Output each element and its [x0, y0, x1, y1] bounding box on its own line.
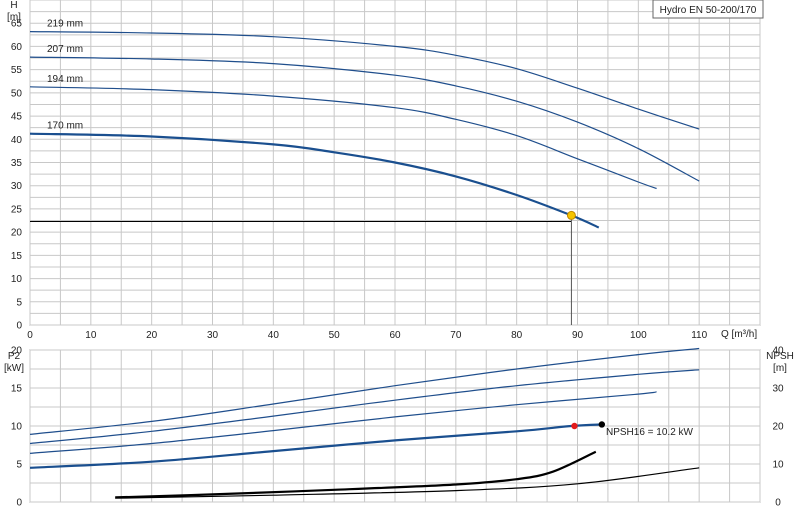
x-tick-label: 110: [691, 330, 707, 341]
x-tick-label: 10: [85, 330, 97, 341]
head-y-tick-label: 10: [11, 274, 23, 285]
duty-point-marker: [566, 210, 576, 220]
x-tick-label: 30: [207, 330, 219, 341]
npsh-axis-label: NPSH: [766, 351, 794, 362]
x-tick-label: 20: [146, 330, 158, 341]
head-y-tick-label: 20: [11, 228, 23, 239]
head-axis-label: H: [10, 0, 17, 11]
npsh-y-tick-label: 30: [772, 384, 784, 395]
x-tick-label: 70: [450, 330, 462, 341]
head-y-tick-label: 30: [11, 181, 23, 192]
head-y-tick-label: 45: [11, 112, 23, 123]
power-axis-unit: [kW]: [4, 363, 24, 374]
black-point-marker: [598, 421, 606, 428]
x-tick-label: 90: [572, 330, 584, 341]
power-y-tick-label: 15: [11, 384, 23, 395]
head-curve: [29, 86, 657, 190]
head-curve-label: 207 mm: [47, 44, 83, 55]
npsh-y-tick-label: 10: [772, 460, 784, 471]
npsh-axis-unit: [m]: [773, 363, 787, 374]
chart-title: Hydro EN 50-200/170: [660, 5, 757, 16]
flow-axis-label: Q [m³/h]: [721, 329, 757, 340]
head-axis-unit: [m]: [7, 12, 21, 23]
head-y-tick-label: 35: [11, 158, 23, 169]
power-axis-label: P2: [8, 351, 21, 362]
x-tick-label: 0: [27, 330, 33, 341]
power-y-tick-label: 10: [11, 422, 23, 433]
pump-performance-chart: 0 10 20 30 40 50 60 70 80 90 100 110051015202530354…: [4, 0, 794, 509]
x-tick-label: 60: [389, 330, 401, 341]
power-y-tick-label: 5: [16, 460, 22, 471]
npsh-y-tick-label: 20: [772, 422, 784, 433]
head-y-tick-label: 0: [16, 321, 22, 332]
head-curve-label: 170 mm: [47, 121, 83, 132]
head-y-tick-label: 40: [11, 135, 23, 146]
x-tick-label: 40: [268, 330, 280, 341]
red-point-marker: [571, 422, 578, 430]
head-y-tick-label: 55: [11, 65, 23, 76]
head-curve: [29, 132, 600, 229]
head-y-tick-label: 50: [11, 88, 23, 99]
power-y-tick-label: 0: [16, 498, 22, 509]
x-tick-label: 50: [329, 330, 341, 341]
head-y-tick-label: 5: [16, 297, 22, 308]
head-y-tick-label: 60: [11, 42, 23, 53]
head-y-tick-label: 15: [11, 251, 23, 262]
npsh-y-tick-label: 0: [775, 498, 781, 509]
x-tick-label: 80: [511, 330, 523, 341]
x-tick-label: 100: [630, 330, 647, 341]
head-y-tick-label: 25: [11, 204, 23, 215]
npsh-annotation: NPSH16 = 10.2 kW: [606, 427, 694, 438]
head-curve-label: 219 mm: [47, 19, 83, 30]
head-curve-label: 194 mm: [47, 74, 83, 85]
